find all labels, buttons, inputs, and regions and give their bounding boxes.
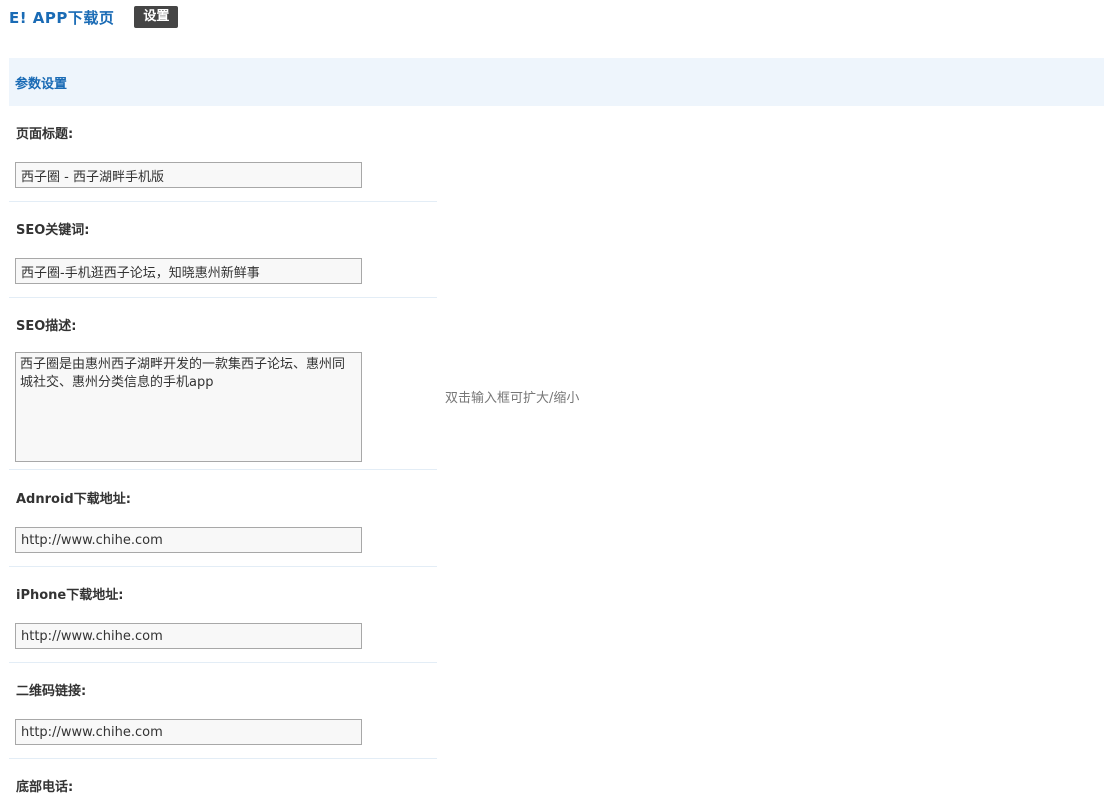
iphone-url-input[interactable] <box>15 623 362 649</box>
seo-keywords-input[interactable] <box>15 258 362 284</box>
android-url-input[interactable] <box>15 527 362 553</box>
field-divider <box>9 201 437 202</box>
field-divider <box>9 297 437 298</box>
section-header: 参数设置 <box>9 58 1104 106</box>
page-title-label: 页面标题: <box>16 127 74 142</box>
page-title-input[interactable] <box>15 162 362 188</box>
seo-keywords-label: SEO关键词: <box>16 223 90 238</box>
qrcode-url-input[interactable] <box>15 719 362 745</box>
field-divider <box>9 758 437 759</box>
field-divider <box>9 662 437 663</box>
top-bar: E! APP下载页 设置 <box>9 6 179 28</box>
textarea-resize-hint: 双击输入框可扩大/缩小 <box>445 391 580 406</box>
seo-description-textarea[interactable]: 西子圈是由惠州西子湖畔开发的一款集西子论坛、惠州同城社交、惠州分类信息的手机ap… <box>15 352 362 462</box>
footer-phone-label: 底部电话: <box>16 780 74 795</box>
field-divider <box>9 469 437 470</box>
seo-description-label: SEO描述: <box>16 319 77 334</box>
field-divider <box>9 566 437 567</box>
qrcode-url-label: 二维码链接: <box>16 684 87 699</box>
iphone-url-label: iPhone下载地址: <box>16 588 124 603</box>
tab-settings[interactable]: 设置 <box>134 6 179 28</box>
page-title: E! APP下载页 <box>9 8 115 27</box>
section-title: 参数设置 <box>15 76 68 92</box>
app-download-settings-page: E! APP下载页 设置 参数设置 页面标题: SEO关键词: SEO描述: 西… <box>0 0 1104 802</box>
android-url-label: Adnroid下载地址: <box>16 492 131 507</box>
